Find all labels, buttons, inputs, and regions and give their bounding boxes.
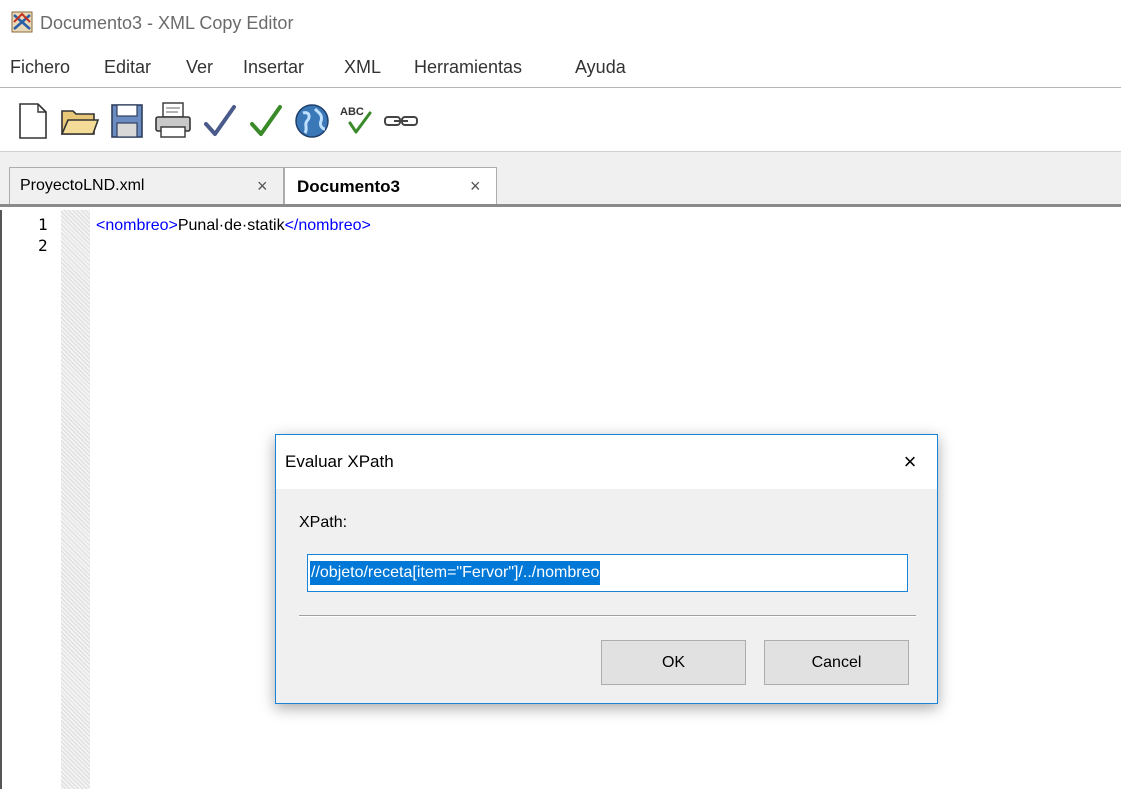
link-icon[interactable] — [380, 99, 422, 143]
evaluate-xpath-dialog: Evaluar XPath × XPath: //objeto/receta[i… — [275, 434, 938, 704]
tab-label: ProyectoLND.xml — [20, 177, 145, 194]
toolbar: ABC — [0, 89, 1121, 152]
xml-copy-editor-icon — [11, 11, 33, 33]
xpath-input[interactable]: //objeto/receta[item="Fervor"]/../nombre… — [307, 554, 908, 592]
line-number-gutter: 1 2 — [13, 210, 61, 789]
xml-close-tag: </nombreo> — [284, 217, 371, 234]
tab-proyectolnd[interactable]: ProyectoLND.xml × — [9, 167, 284, 204]
new-document-icon[interactable] — [12, 99, 54, 143]
browser-icon[interactable] — [291, 99, 333, 143]
dialog-title: Evaluar XPath — [285, 452, 394, 471]
menu-fichero[interactable]: Fichero — [10, 57, 70, 78]
tab-label: Documento3 — [297, 177, 400, 196]
menu-editar[interactable]: Editar — [104, 57, 151, 78]
dialog-titlebar[interactable]: Evaluar XPath × — [276, 435, 937, 489]
code-line[interactable]: <nombreo>Punal·de·statik</nombreo> — [96, 217, 371, 235]
save-icon[interactable] — [106, 99, 148, 143]
editor-left-edge — [0, 210, 13, 789]
spellcheck-icon[interactable]: ABC — [336, 99, 378, 143]
xpath-input-value: //objeto/receta[item="Fervor"]/../nombre… — [310, 561, 601, 585]
fold-margin[interactable] — [61, 210, 90, 789]
print-icon[interactable] — [152, 99, 194, 143]
close-icon[interactable]: × — [470, 176, 481, 197]
menu-herramientas[interactable]: Herramientas — [414, 57, 522, 78]
menu-insertar[interactable]: Insertar — [243, 57, 304, 78]
dialog-separator — [299, 615, 916, 617]
menu-bar: Fichero Editar Ver Insertar XML Herramie… — [0, 44, 1121, 88]
menu-xml[interactable]: XML — [344, 57, 381, 78]
validate-icon[interactable] — [245, 99, 287, 143]
close-icon[interactable]: × — [893, 445, 927, 479]
line-number: 2 — [38, 236, 48, 255]
xml-open-tag: <nombreo> — [96, 217, 178, 234]
window-title: Documento3 - XML Copy Editor — [40, 13, 294, 33]
tab-documento3[interactable]: Documento3 × — [284, 167, 497, 204]
menu-ayuda[interactable]: Ayuda — [575, 57, 626, 78]
line-number: 1 — [38, 215, 48, 234]
open-folder-icon[interactable] — [58, 99, 100, 143]
window-titlebar: Documento3 - XML Copy Editor — [0, 0, 1121, 44]
ok-button[interactable]: OK — [601, 640, 746, 685]
tab-strip: ProyectoLND.xml × Documento3 × — [0, 152, 1121, 207]
check-wellformed-icon[interactable] — [199, 99, 241, 143]
cancel-button[interactable]: Cancel — [764, 640, 909, 685]
xml-text-content: Punal·de·statik — [177, 217, 285, 234]
xpath-label: XPath: — [299, 514, 348, 531]
svg-text:ABC: ABC — [340, 106, 364, 118]
close-icon[interactable]: × — [257, 176, 268, 197]
menu-ver[interactable]: Ver — [186, 57, 213, 78]
